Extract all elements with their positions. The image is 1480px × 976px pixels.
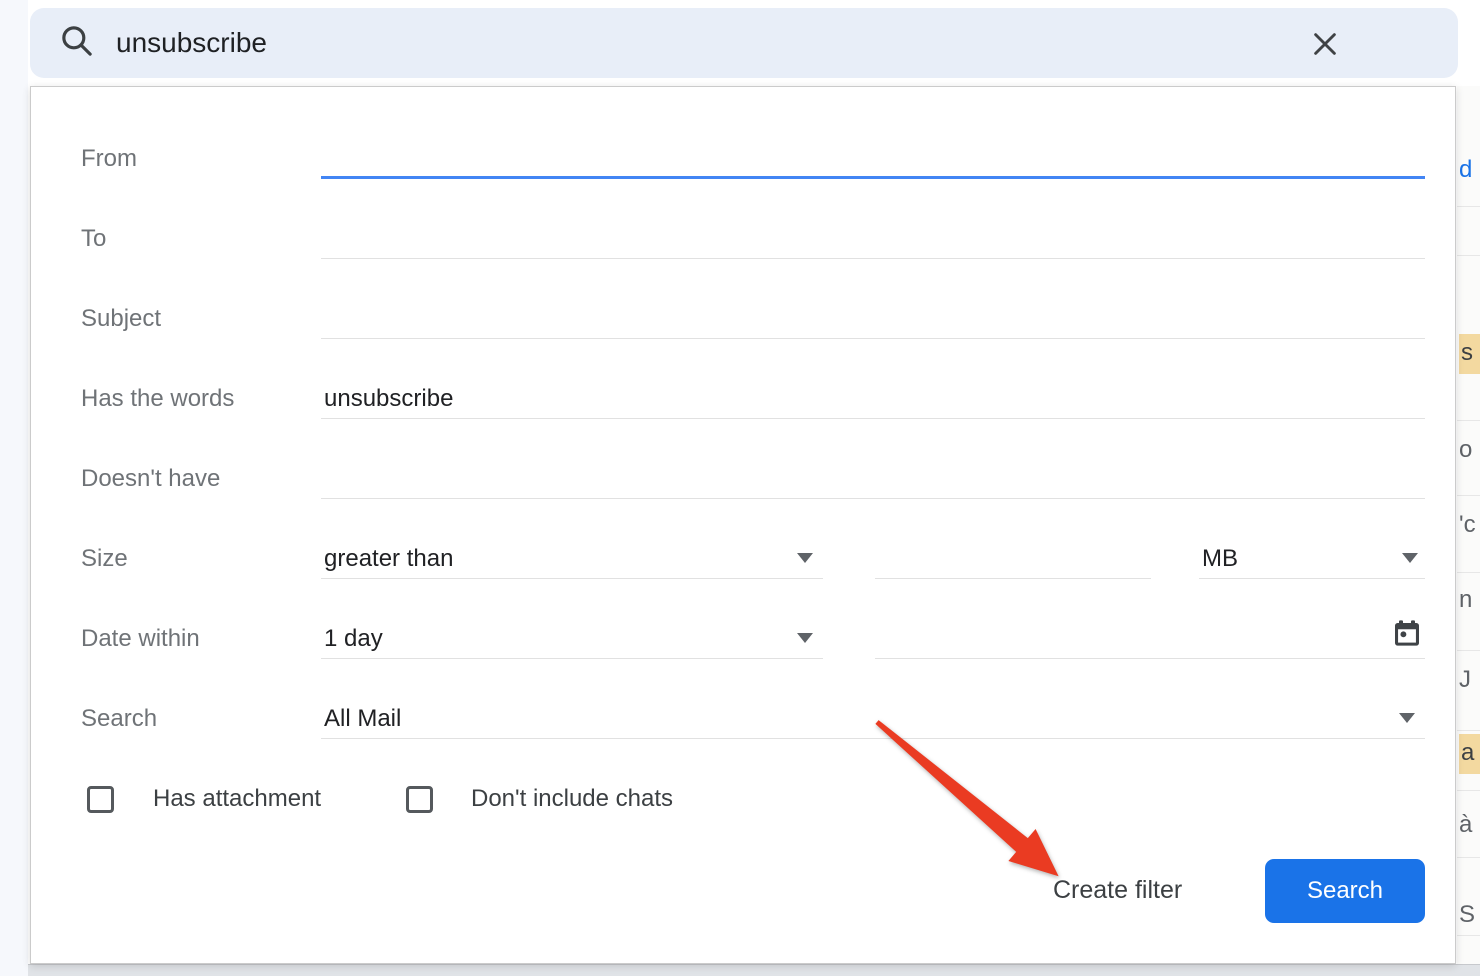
- size-amount-input[interactable]: [875, 539, 1151, 579]
- has-words-label: Has the words: [81, 386, 234, 412]
- doesnt-have-label: Doesn't have: [81, 466, 220, 492]
- subject-input[interactable]: [321, 299, 1425, 339]
- date-input[interactable]: [875, 619, 1425, 659]
- size-label: Size: [81, 546, 128, 572]
- background-text-fragment: o: [1459, 436, 1472, 464]
- from-underline: [321, 176, 1425, 179]
- background-row-separator: [1457, 730, 1480, 731]
- from-input[interactable]: [321, 139, 1425, 179]
- has-attachment-checkbox[interactable]: [87, 786, 114, 813]
- background-row-separator: [1457, 790, 1480, 791]
- date-within-label: Date within: [81, 626, 200, 652]
- background-row-separator: [1457, 255, 1480, 256]
- create-filter-button[interactable]: Create filter: [1053, 876, 1182, 905]
- background-row-separator: [1457, 495, 1480, 496]
- background-row-separator: [1457, 572, 1480, 573]
- date-range-dropdown[interactable]: 1 day: [321, 619, 823, 659]
- advanced-search-panel: From To Subject Has the words unsubscrib…: [30, 86, 1456, 964]
- search-input[interactable]: unsubscribe: [116, 27, 267, 59]
- page-background-left: [0, 0, 28, 976]
- size-comparator-dropdown[interactable]: greater than: [321, 539, 823, 579]
- search-scope-label: Search: [81, 706, 157, 732]
- background-text-fragment: a: [1459, 734, 1480, 774]
- to-label: To: [81, 226, 106, 252]
- calendar-icon[interactable]: [1391, 617, 1423, 654]
- subject-label: Subject: [81, 306, 161, 332]
- size-unit-dropdown[interactable]: MB: [1199, 539, 1425, 579]
- from-label: From: [81, 146, 137, 172]
- doesnt-have-input[interactable]: [321, 459, 1425, 499]
- background-row-separator: [1457, 420, 1480, 421]
- background-text-fragment: J: [1459, 666, 1471, 694]
- search-button[interactable]: Search: [1265, 859, 1425, 923]
- gmail-advanced-search-screen: d s o 'c n Ja à S unsubscribe From To: [0, 0, 1480, 976]
- background-row-separator: [1457, 206, 1480, 207]
- no-chats-checkbox[interactable]: [406, 786, 433, 813]
- search-bar[interactable]: unsubscribe: [30, 8, 1458, 78]
- background-text-fragment: d: [1459, 156, 1472, 184]
- background-text-fragment: 'c: [1459, 511, 1476, 539]
- background-row-separator: [1457, 650, 1480, 651]
- chevron-down-icon: [797, 553, 813, 563]
- has-attachment-label[interactable]: Has attachment: [153, 785, 321, 813]
- background-row-separator: [1457, 935, 1480, 936]
- chevron-down-icon: [1402, 553, 1418, 563]
- background-text-fragment: n: [1459, 586, 1472, 614]
- chevron-down-icon: [797, 633, 813, 643]
- background-text-fragment: S: [1459, 901, 1475, 929]
- no-chats-label[interactable]: Don't include chats: [471, 785, 673, 813]
- to-input[interactable]: [321, 219, 1425, 259]
- page-background-bottom: [28, 964, 1480, 976]
- search-scope-dropdown[interactable]: All Mail: [321, 699, 1425, 739]
- search-icon: [58, 22, 96, 65]
- close-icon[interactable]: [1308, 27, 1342, 61]
- background-text-fragment: à: [1459, 811, 1472, 839]
- background-peek-strip: d s o 'c n Ja à S: [1457, 86, 1480, 964]
- background-text-fragment: s: [1459, 334, 1480, 374]
- background-row-separator: [1457, 857, 1480, 858]
- chevron-down-icon: [1399, 713, 1415, 723]
- has-words-input[interactable]: unsubscribe: [321, 379, 1425, 419]
